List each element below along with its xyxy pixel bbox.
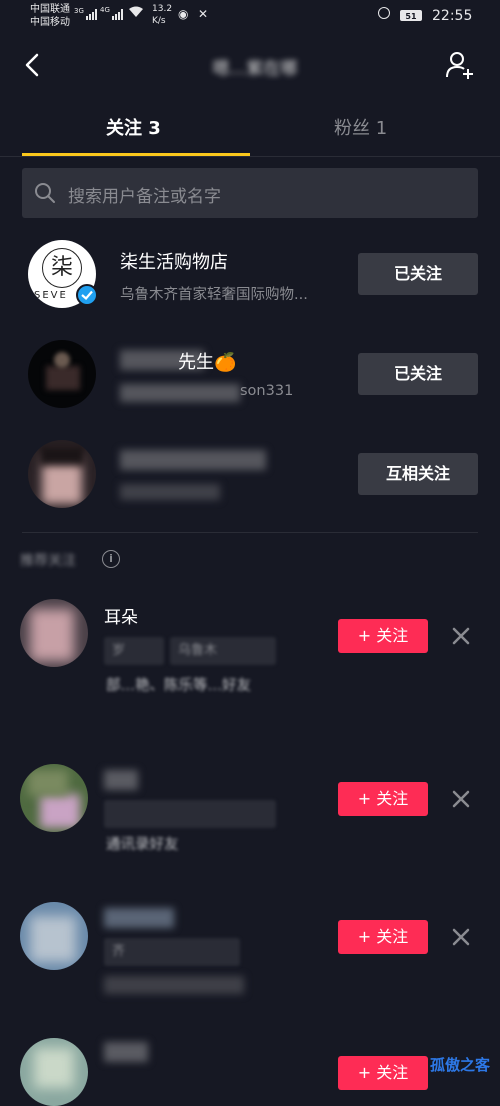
- add-user-icon[interactable]: [444, 50, 476, 80]
- search-icon: [35, 183, 55, 203]
- user-subtitle-redacted: [120, 384, 240, 402]
- recommend-reason-redacted: [104, 976, 244, 994]
- avatar[interactable]: [20, 902, 88, 970]
- wifi-icon: [129, 6, 143, 17]
- recommend-title: 推荐关注: [20, 553, 76, 569]
- avatar[interactable]: [20, 764, 88, 832]
- user-tag: 乌鲁木: [170, 637, 276, 665]
- avatar[interactable]: [20, 1038, 88, 1106]
- info-icon[interactable]: i: [102, 550, 120, 568]
- battery-icon: 51: [400, 10, 422, 21]
- follow-button[interactable]: + 关注: [338, 782, 428, 816]
- signal-icon-2: [112, 9, 123, 20]
- active-tab-indicator: [22, 153, 250, 156]
- back-arrow-icon[interactable]: [20, 52, 46, 78]
- alarm-icon: [378, 7, 390, 19]
- avatar-logo-glyph: 柒: [42, 248, 82, 288]
- user-name-redacted: [104, 770, 138, 790]
- user-subtitle: son331: [240, 383, 294, 399]
- carrier-1: 中国联通: [30, 4, 70, 15]
- tab-following[interactable]: 关注 3: [106, 114, 161, 140]
- user-name-redacted: [120, 450, 266, 470]
- signal-icon: [86, 9, 97, 20]
- speed-value: 13.2: [152, 4, 173, 14]
- avatar[interactable]: [28, 340, 96, 408]
- translate-icon: ✕: [198, 7, 209, 21]
- section-divider: [22, 532, 478, 533]
- search-input[interactable]: 搜索用户备注或名字: [22, 168, 478, 218]
- search-placeholder: 搜索用户备注或名字: [68, 187, 221, 207]
- network-type-1: 3G: [74, 7, 84, 15]
- verified-badge-icon: [76, 284, 98, 306]
- avatar[interactable]: [20, 599, 88, 667]
- follow-button[interactable]: + 关注: [338, 920, 428, 954]
- followed-button[interactable]: 已关注: [358, 353, 478, 395]
- network-speed: 13.2 K/s: [152, 3, 172, 27]
- user-tag: [104, 800, 276, 828]
- avatar[interactable]: [28, 440, 96, 508]
- user-tag: 岁: [104, 637, 164, 665]
- following-item[interactable]: 柒 SEVE 柒生活购物店 乌鲁木齐首家轻奢国际购物... 已关注: [0, 228, 500, 318]
- page-title: 嗯…紫在哪: [212, 59, 298, 79]
- top-bar: 嗯…紫在哪: [0, 34, 500, 98]
- following-item[interactable]: 互相关注: [0, 430, 500, 520]
- clock: 22:55: [432, 8, 473, 24]
- following-item[interactable]: 先生🍊 son331 已关注: [0, 330, 500, 420]
- dismiss-icon[interactable]: [451, 927, 471, 947]
- recommend-reason: 部…艳、陈乐等…好友: [106, 678, 251, 694]
- speed-unit: K/s: [152, 16, 166, 26]
- carrier-2: 中国移动: [30, 17, 70, 28]
- dismiss-icon[interactable]: [451, 789, 471, 809]
- dismiss-icon[interactable]: [451, 626, 471, 646]
- followed-button[interactable]: 已关注: [358, 253, 478, 295]
- follow-button[interactable]: + 关注: [338, 619, 428, 653]
- recommend-reason: 通讯录好友: [106, 837, 179, 853]
- mutual-follow-button[interactable]: 互相关注: [358, 453, 478, 495]
- watermark: 孤傲之客: [430, 1056, 491, 1074]
- user-name[interactable]: 先生🍊: [178, 348, 236, 374]
- tab-fans[interactable]: 粉丝 1: [334, 114, 387, 140]
- tab-bar: 关注 3 粉丝 1: [0, 100, 500, 157]
- carrier-labels: 中国联通 中国移动: [30, 3, 70, 29]
- user-subtitle: 乌鲁木齐首家轻奢国际购物...: [120, 287, 308, 303]
- avatar-logo-caption: SEVE: [34, 290, 68, 301]
- wechat-icon: ◉: [178, 7, 189, 21]
- network-type-2: 4G: [100, 6, 110, 14]
- follow-button[interactable]: + 关注: [338, 1056, 428, 1090]
- user-name[interactable]: 耳朵: [104, 603, 138, 628]
- user-tag: 齐: [104, 938, 240, 966]
- user-name[interactable]: 柒生活购物店: [120, 248, 228, 274]
- user-subtitle-redacted: [120, 484, 220, 500]
- user-name-redacted: [104, 1042, 148, 1062]
- user-name-redacted: [104, 908, 174, 928]
- status-bar: 中国联通 中国移动 3G 4G 13.2 K/s ◉ ✕ 51 22:55: [0, 0, 500, 34]
